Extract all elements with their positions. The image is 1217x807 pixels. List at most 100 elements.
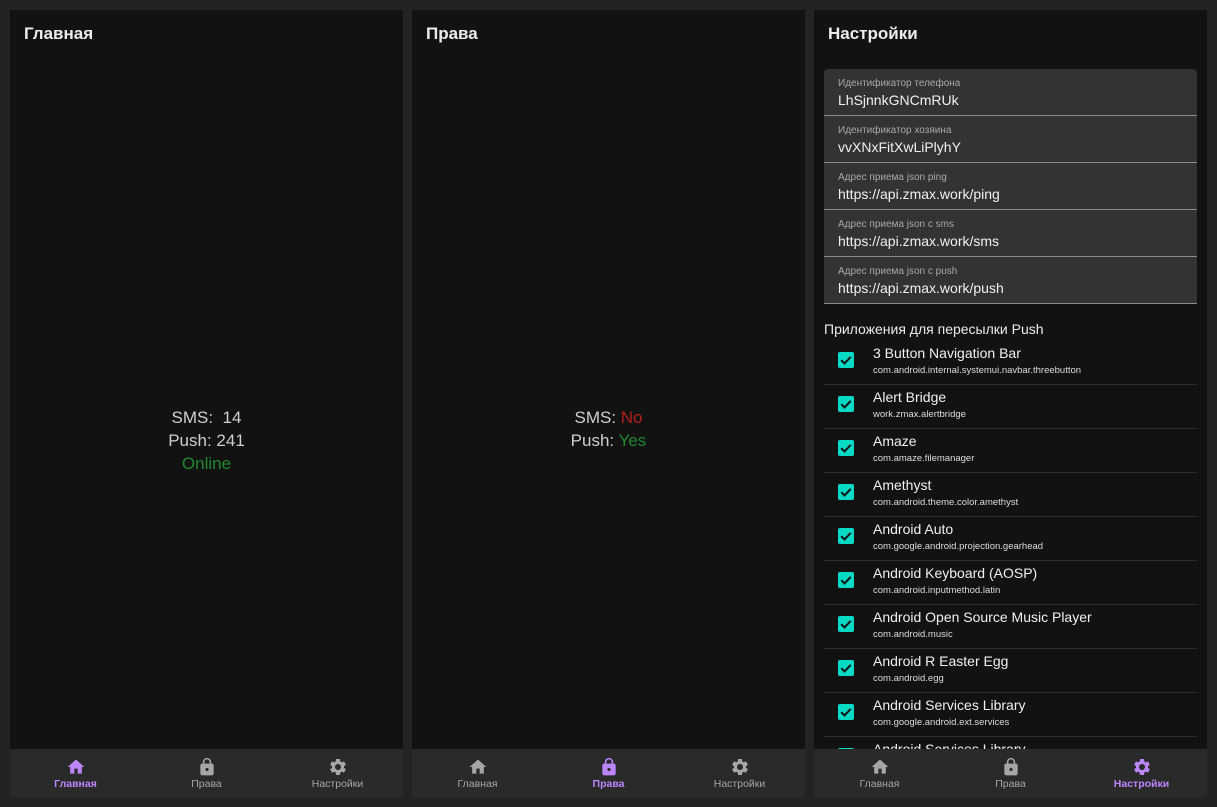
app-list-item[interactable]: Android Keyboard (AOSP) com.android.input… [824,562,1197,605]
bottom-navigation: Главная Права Настройки [10,749,403,797]
field-value: vvXNxFitXwLiPlyhY [838,139,961,155]
bottom-navigation: Главная Права Настройки [814,749,1207,797]
push-count: 241 [216,431,245,450]
lock-icon [199,757,214,776]
nav-home[interactable]: Главная [814,749,945,797]
app-package: com.google.android.projection.gearhead [873,541,1044,552]
field-value: https://api.zmax.work/ping [838,186,1000,202]
app-checkbox[interactable] [838,484,854,500]
status-block: SMS: 14 Push: 241 Online [10,406,403,475]
app-package: com.android.egg [873,673,944,684]
sms-label: SMS: [574,408,617,427]
app-checkbox[interactable] [838,704,854,720]
ping-url-field[interactable]: Адрес приема json ping https://api.zmax.… [824,163,1197,210]
app-package: com.android.theme.color.amethyst [873,497,1019,508]
app-package: com.android.inputmethod.latin [873,585,1001,596]
push-permission-line: Push: Yes [412,429,805,452]
app-package: com.google.android.ext.services [873,717,1010,728]
app-package: work.zmax.alertbridge [873,409,966,420]
app-checkbox[interactable] [838,528,854,544]
nav-settings[interactable]: Настройки [674,749,805,797]
app-list-item[interactable]: Amethyst com.android.theme.color.amethyst [824,474,1197,517]
app-name: Android Keyboard (AOSP) [873,565,1038,581]
nav-rights[interactable]: Права [945,749,1076,797]
app-list-item[interactable]: Alert Bridge work.zmax.alertbridge [824,386,1197,429]
nav-rights-label: Права [592,778,625,790]
push-count-line: Push: 241 [10,429,403,452]
app-name: Amethyst [873,477,932,493]
rights-screen: Права SMS: No Push: Yes Главная Права На… [412,10,805,797]
settings-screen: Настройки Идентификатор телефона LhSjnnk… [814,10,1207,797]
app-name: Alert Bridge [873,389,947,405]
app-checkbox[interactable] [838,660,854,676]
app-checkbox[interactable] [838,440,854,456]
app-checkbox[interactable] [838,616,854,632]
checkmark-icon [840,444,852,453]
nav-settings-label: Настройки [713,778,766,790]
app-package: com.android.internal.systemui.navbar.thr… [873,365,1082,376]
app-checkbox[interactable] [838,352,854,368]
gear-icon [1133,759,1150,775]
app-package: com.amaze.filemanager [873,453,975,464]
app-list-item[interactable]: Amaze com.amaze.filemanager [824,430,1197,473]
app-checkbox[interactable] [838,572,854,588]
checkmark-icon [840,488,852,497]
checkmark-icon [840,532,852,541]
app-list-item[interactable]: Android R Easter Egg com.android.egg [824,650,1197,693]
nav-rights-label: Права [995,778,1026,790]
field-label: Идентификатор телефона [838,78,961,89]
push-url-field[interactable]: Адрес приема json с push https://api.zma… [824,257,1197,304]
sms-url-field[interactable]: Адрес приема json с sms https://api.zmax… [824,210,1197,257]
checkmark-icon [840,664,852,673]
nav-home-label: Главная [859,778,900,790]
settings-fields: Идентификатор телефона LhSjnnkGNCmRUk Ид… [824,69,1197,304]
checkmark-icon [840,620,852,629]
push-permission-status: Yes [618,431,647,450]
push-label: Push: [570,431,615,450]
app-list: 3 Button Navigation Bar com.android.inter… [824,342,1197,782]
home-icon [67,759,84,774]
app-name: Android Auto [873,521,954,537]
nav-settings[interactable]: Настройки [272,749,403,797]
page-title: Права [426,24,478,43]
lock-icon [1003,757,1018,776]
phone-id-field[interactable]: Идентификатор телефона LhSjnnkGNCmRUk [824,69,1197,116]
page-title: Главная [24,24,94,43]
app-list-item[interactable]: Android Services Library com.google.andro… [824,694,1197,737]
app-list-item[interactable]: Android Auto com.google.android.projectio… [824,518,1197,561]
apps-section-heading: Приложения для пересылки Push [824,321,1044,337]
app-name: Android Open Source Music Player [873,609,1092,625]
nav-rights[interactable]: Права [543,749,674,797]
sms-permission-line: SMS: No [412,406,805,429]
page-title: Настройки [828,24,918,43]
lock-icon [601,757,616,776]
nav-home[interactable]: Главная [10,749,141,797]
nav-settings[interactable]: Настройки [1076,749,1207,797]
checkmark-icon [840,708,852,717]
nav-settings-label: Настройки [1113,778,1170,790]
app-list-item[interactable]: Android Open Source Music Player com.andr… [824,606,1197,649]
nav-settings-label: Настройки [311,778,364,790]
permissions-block: SMS: No Push: Yes [412,406,805,452]
home-screen: Главная SMS: 14 Push: 241 Online Главная… [10,10,403,797]
app-checkbox[interactable] [838,396,854,412]
app-package: com.android.music [873,629,953,640]
online-status: Online [181,454,232,473]
app-name: Android R Easter Egg [873,653,1009,669]
field-label: Адрес приема json с push [838,266,958,277]
field-label: Идентификатор хозяина [838,125,952,136]
nav-home[interactable]: Главная [412,749,543,797]
home-icon [871,759,888,774]
checkmark-icon [840,356,852,365]
nav-rights-label: Права [191,778,222,790]
gear-icon [329,759,346,775]
sms-count: 14 [222,408,242,427]
home-icon [469,759,486,774]
checkmark-icon [840,576,852,585]
field-value: LhSjnnkGNCmRUk [838,92,959,108]
nav-rights[interactable]: Права [141,749,272,797]
app-list-item[interactable]: 3 Button Navigation Bar com.android.inter… [824,342,1197,385]
owner-id-field[interactable]: Идентификатор хозяина vvXNxFitXwLiPlyhY [824,116,1197,163]
push-label: Push: [168,431,212,450]
app-name: Android Services Library [873,697,1026,713]
